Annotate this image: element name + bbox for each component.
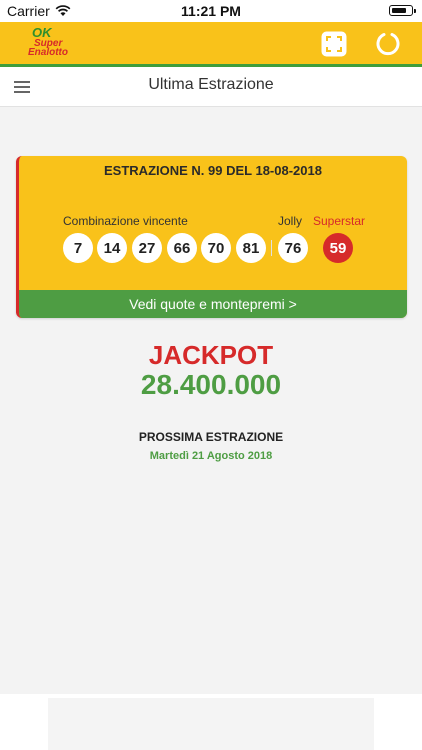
next-draw-label: PROSSIMA ESTRAZIONE: [138, 430, 284, 444]
jackpot-label: JACKPOT: [148, 340, 274, 370]
number-ball: 66: [167, 233, 197, 263]
fullscreen-icon: [321, 31, 347, 57]
logo-line2: Enalotto: [28, 47, 68, 58]
jolly-label: Jolly: [278, 214, 303, 228]
number-ball: 70: [201, 233, 231, 263]
number-ball: 27: [132, 233, 162, 263]
number-ball: 7: [63, 233, 93, 263]
nav-bar: Ultima Estrazione: [0, 67, 422, 107]
refresh-icon: [376, 33, 400, 56]
page-title: Ultima Estrazione: [148, 76, 274, 93]
fullscreen-button[interactable]: [320, 30, 348, 58]
superstar-ball: 59: [323, 233, 353, 263]
winning-combination-label: Combinazione vincente: [63, 214, 188, 228]
next-draw-date: Martedì 21 Agosto 2018: [149, 450, 273, 462]
status-bar: Carrier 11:21 PM: [0, 0, 422, 22]
status-time: 11:21 PM: [181, 3, 241, 19]
jackpot-amount: 28.400.000: [140, 369, 282, 400]
app-logo: OK Super Enalotto: [24, 25, 92, 61]
jolly-separator: [271, 240, 272, 256]
draw-card: ESTRAZIONE N. 99 DEL 18-08-2018 Combinaz…: [16, 156, 407, 318]
view-prizes-button[interactable]: Vedi quote e montepremi >: [19, 290, 407, 318]
number-ball: 14: [97, 233, 127, 263]
refresh-button[interactable]: [374, 30, 402, 58]
ad-banner[interactable]: [48, 698, 374, 750]
superstar-label: Superstar: [313, 214, 366, 228]
battery-icon: [389, 5, 416, 16]
number-ball: 81: [236, 233, 266, 263]
jolly-ball: 76: [278, 233, 308, 263]
draw-title: ESTRAZIONE N. 99 DEL 18-08-2018: [104, 163, 322, 178]
